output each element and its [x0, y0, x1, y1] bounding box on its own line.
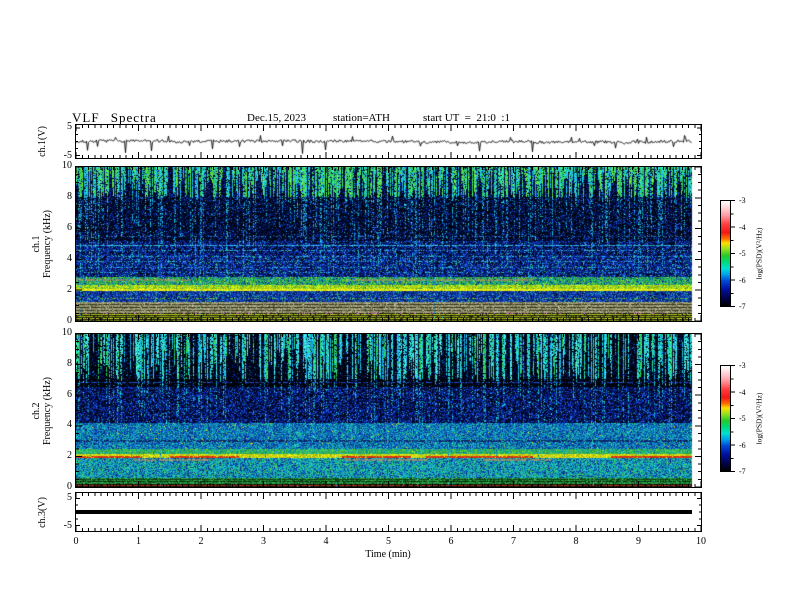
ch1-waveform-panel: [75, 124, 702, 159]
y-tick-label: 2: [67, 450, 72, 462]
y-tick-label: -5: [63, 150, 72, 162]
x-tick-label: 4: [323, 536, 329, 547]
x-tick-label: 7: [511, 536, 516, 547]
colorbar-ticks: [731, 365, 735, 472]
y-tick-label: 0: [67, 315, 72, 326]
colorbar-tick-label: -6: [739, 275, 746, 285]
x-tick-label: 5: [386, 536, 391, 547]
start-ut-label: start UT = 21:0 :1: [423, 112, 510, 124]
x-tick-label: 6: [448, 536, 454, 547]
y-tick-label: 5: [67, 120, 72, 132]
y-tick-label: 10: [62, 160, 72, 171]
colorbar-tick-label: -4: [739, 222, 746, 232]
y-tick-label: -5: [63, 520, 72, 532]
y-tick-label: 4: [67, 253, 72, 264]
y-tick-label: 8: [67, 191, 72, 202]
date-label: Dec.15, 2023: [247, 112, 306, 124]
colorbar-tick-label: -7: [739, 467, 746, 476]
colorbar-tick-label: -3: [739, 361, 746, 370]
station-label: station=ATH: [333, 112, 390, 124]
colorbar-tick-label: -6: [739, 440, 746, 450]
y-tick-label: 0: [67, 481, 72, 492]
axis-ticks: [76, 334, 701, 487]
ch2-spectrogram-ylabel: ch.2 Frequency (kHz): [31, 376, 53, 445]
y-tick-label: 6: [67, 222, 72, 233]
colorbar-1: [720, 200, 731, 307]
y-tick-label: 8: [67, 357, 72, 369]
axis-ticks: [76, 167, 701, 321]
x-tick-label: 10: [696, 536, 706, 547]
axis-ticks: [76, 125, 701, 158]
ch2-spectrogram-panel: [75, 333, 702, 488]
colorbar-2: [720, 365, 731, 472]
colorbar-tick-label: -5: [739, 249, 746, 258]
ch1-spectrogram-panel: [75, 166, 702, 322]
colorbar-tick-label: -3: [739, 196, 746, 205]
x-tick-label: 2: [198, 536, 204, 547]
x-axis-title: Time (min): [365, 549, 411, 560]
axis-ticks: [76, 493, 701, 531]
colorbar-ticks: [731, 200, 735, 307]
y-tick-label: 6: [67, 388, 72, 400]
x-tick-label: 1: [136, 536, 141, 547]
ch1-spectrogram-ylabel: ch.1 Frequency (kHz): [31, 209, 53, 279]
colorbar-tick-label: -4: [739, 387, 746, 397]
colorbar-tick-label: -7: [739, 302, 746, 311]
colorbar-tick-label: -5: [739, 414, 746, 423]
y-tick-label: 10: [62, 327, 72, 338]
vlf-spectra-figure: VLF Spectra Dec.15, 2023 station=ATH sta…: [0, 0, 792, 612]
y-tick-label: 4: [67, 419, 72, 431]
x-tick-label: 9: [636, 536, 641, 547]
x-tick-label: 8: [573, 536, 579, 547]
y-tick-label: 2: [67, 284, 72, 295]
ch3-trace-panel: [75, 492, 702, 532]
x-tick-label: 0: [73, 536, 79, 547]
y-tick-label: 5: [67, 491, 72, 503]
x-tick-label: 3: [261, 536, 266, 547]
